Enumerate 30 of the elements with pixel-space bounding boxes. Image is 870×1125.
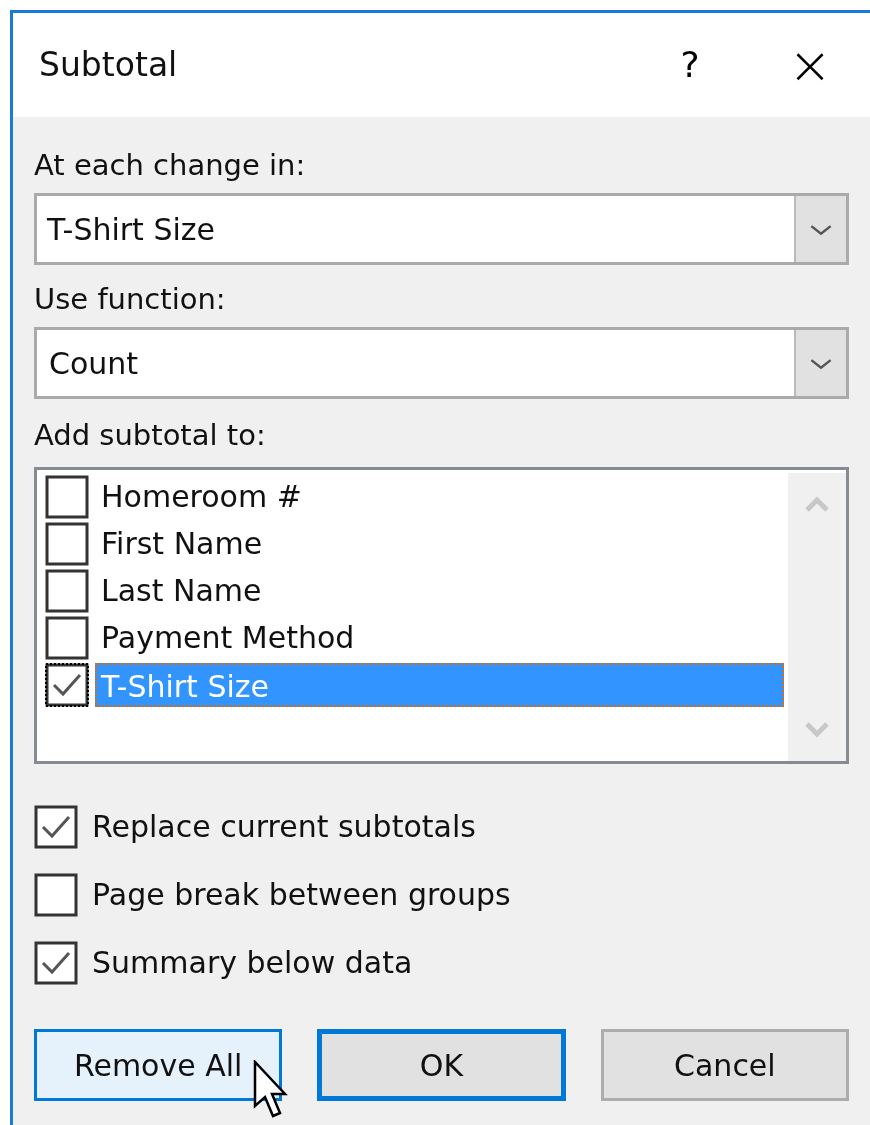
dropdown-value: Count [48,344,140,383]
dropdown[interactable]: Count [34,327,849,399]
list-item[interactable]: Homeroom # [95,474,788,519]
list-label: Add subtotal to: [34,417,267,454]
dropdown[interactable]: T-Shirt Size [34,193,849,265]
checkbox[interactable] [45,521,89,566]
dropdown-value: T-Shirt Size [46,210,216,249]
checkbox[interactable] [45,662,89,707]
chevron-down-icon [794,330,846,396]
dialog-button[interactable]: Remove All [34,1029,283,1101]
window-title: Subtotal [39,44,178,87]
checkbox[interactable] [45,568,89,613]
dialog-button[interactable]: Cancel [600,1029,849,1101]
checkbox[interactable] [45,615,89,660]
option-label: Summary below data [92,944,413,982]
option-label: Page break between groups [92,876,511,914]
list-item[interactable]: Payment Method [95,615,788,660]
option-label: Replace current subtotals [92,808,476,846]
close-button[interactable]: × [780,39,840,91]
checkbox[interactable] [34,804,78,849]
field-label: At each change in: [34,147,307,184]
chevron-down-icon [794,196,846,262]
checkbox[interactable] [34,940,78,985]
help-button[interactable]: ? [660,38,720,92]
list-item[interactable]: First Name [95,521,788,566]
checkbox[interactable] [45,474,89,519]
list-item[interactable]: Last Name [95,568,788,613]
checkbox[interactable] [34,872,78,917]
dialog-button[interactable]: OK [317,1029,566,1101]
field-label: Use function: [34,281,227,318]
